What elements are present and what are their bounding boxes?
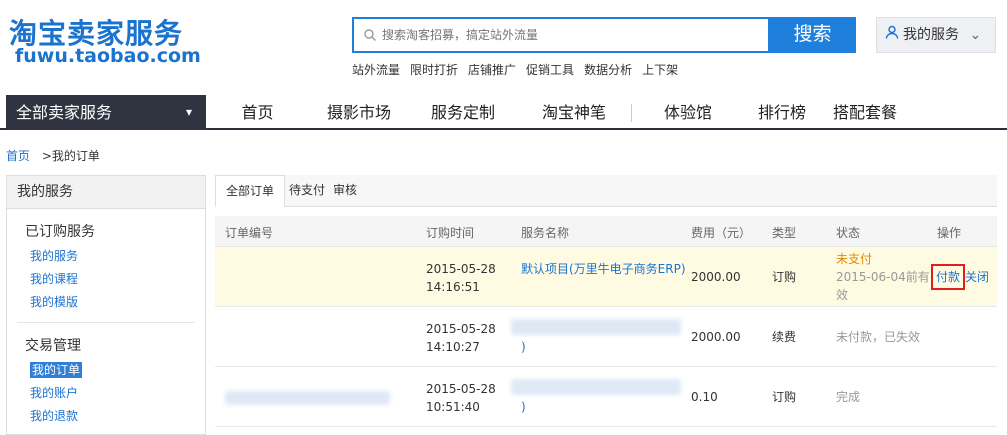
order-status: 未支付 2015-06-04前有效: [836, 250, 931, 304]
my-service-dropdown[interactable]: 我的服务 ⌄: [876, 17, 996, 53]
col-actions: 操作: [937, 226, 962, 240]
order-date: 2015-05-28: [426, 382, 496, 396]
order-fee: 2000.00: [691, 330, 741, 344]
table-row: 2015-05-28 14:10:27 ) 2000.00 续费 未付款，已失效: [215, 307, 997, 367]
col-order-id: 订单编号: [225, 226, 274, 240]
nav-item-bundle[interactable]: 搭配套餐: [820, 95, 910, 130]
col-order-time: 订购时间: [426, 226, 475, 240]
sidebar-title: 我的服务: [7, 176, 205, 209]
order-clock: 14:16:51: [426, 280, 480, 294]
nav-item-custom[interactable]: 服务定制: [409, 95, 517, 130]
hot-link[interactable]: 上下架: [642, 61, 678, 78]
order-clock: 14:10:27: [426, 340, 480, 354]
orders-table: 订单编号 订购时间 服务名称 费用（元） 类型 状态 操作 2015-05-28…: [215, 216, 997, 427]
nav-item-photo[interactable]: 摄影市场: [309, 95, 409, 130]
tab-pending-payment[interactable]: 待支付: [289, 175, 325, 207]
redacted-service-name: [511, 319, 681, 335]
hot-link[interactable]: 站外流量: [352, 61, 400, 78]
order-fee: 2000.00: [691, 270, 741, 284]
redacted-order-id: [225, 391, 390, 405]
status-expiry: 2015-06-04前有效: [836, 270, 930, 302]
sidebar-item-my-courses[interactable]: 我的课程: [7, 268, 205, 291]
sidebar-item-my-orders[interactable]: 我的订单: [7, 359, 205, 382]
order-time: 2015-05-28 14:16:51: [426, 260, 496, 296]
nav-item-shenbi[interactable]: 淘宝神笔: [517, 95, 631, 130]
hot-link[interactable]: 店铺推广: [468, 61, 516, 78]
order-date: 2015-05-28: [426, 262, 496, 276]
close-order-link[interactable]: 关闭: [965, 270, 989, 284]
col-type: 类型: [772, 226, 797, 240]
logo-domain[interactable]: fuwu.taobao.com: [15, 45, 201, 67]
order-actions: 付款 关闭: [931, 264, 989, 290]
nav-item-ranking[interactable]: 排行榜: [744, 95, 820, 130]
order-time: 2015-05-28 10:51:40: [426, 380, 496, 416]
col-service-name: 服务名称: [521, 226, 570, 240]
search-box[interactable]: [352, 17, 770, 53]
main-nav: 全部卖家服务 ▾ 首页 摄影市场 服务定制 淘宝神笔 体验馆 排行榜 搭配套餐: [0, 95, 1007, 130]
all-services-menu[interactable]: 全部卖家服务 ▾: [6, 95, 206, 130]
order-clock: 10:51:40: [426, 400, 480, 414]
sidebar-item-my-templates[interactable]: 我的模版: [7, 291, 205, 314]
breadcrumb-current: >我的订单: [41, 149, 100, 163]
order-type: 订购: [772, 270, 797, 284]
tab-all-orders[interactable]: 全部订单: [215, 175, 286, 207]
service-name-link[interactable]: ): [521, 398, 686, 416]
col-status: 状态: [836, 226, 861, 240]
nav-item-home[interactable]: 首页: [206, 95, 309, 130]
table-header: 订单编号 订购时间 服务名称 费用（元） 类型 状态 操作: [215, 216, 997, 247]
order-status: 未付款，已失效: [836, 330, 921, 344]
table-row: 2015-05-28 14:16:51 默认项目(万里牛电子商务ERP) 200…: [215, 247, 997, 307]
sidebar-group-title: 已订购服务: [25, 224, 95, 240]
sidebar-divider: [17, 322, 195, 323]
sidebar-group-title: 交易管理: [25, 338, 81, 354]
order-time: 2015-05-28 14:10:27: [426, 320, 496, 356]
all-services-label: 全部卖家服务: [16, 103, 113, 122]
user-icon: [885, 18, 899, 52]
order-type: 订购: [772, 390, 797, 404]
table-row: 2015-05-28 10:51:40 ) 0.10 订购 完成: [215, 367, 997, 427]
order-status: 完成: [836, 390, 861, 404]
order-type: 续费: [772, 330, 797, 344]
service-name-link[interactable]: ): [521, 338, 686, 356]
sidebar: 我的服务 已订购服务 我的服务 我的课程 我的模版 交易管理 我的订单 我的账户…: [6, 175, 206, 435]
order-fee: 0.10: [691, 390, 718, 404]
redacted-service-name: [511, 379, 681, 395]
search-input[interactable]: [382, 25, 762, 45]
breadcrumb: 首页 >我的订单: [6, 147, 100, 164]
sidebar-item-label: 我的订单: [30, 362, 83, 378]
pay-button[interactable]: 付款: [931, 264, 966, 290]
breadcrumb-home[interactable]: 首页: [6, 149, 30, 163]
sidebar-item-my-refunds[interactable]: 我的退款: [7, 405, 205, 428]
hot-links: 站外流量 限时打折 店铺推广 促销工具 数据分析 上下架: [352, 61, 678, 78]
site-header: 淘宝卖家服务 fuwu.taobao.com 搜索 站外流量 限时打折 店铺推广…: [0, 0, 1007, 95]
sidebar-item-my-services[interactable]: 我的服务: [7, 245, 205, 268]
hot-link[interactable]: 限时打折: [410, 61, 458, 78]
search-button[interactable]: 搜索: [769, 17, 856, 53]
order-tabs: 全部订单 待支付 审核: [215, 175, 997, 207]
search-icon: [364, 29, 376, 44]
chevron-down-icon: ⌄: [969, 27, 982, 43]
hot-link[interactable]: 数据分析: [584, 61, 632, 78]
sidebar-item-my-account[interactable]: 我的账户: [7, 382, 205, 405]
col-fee: 费用（元）: [691, 226, 752, 240]
nav-item-experience[interactable]: 体验馆: [632, 95, 744, 130]
chevron-down-icon: ▾: [185, 105, 192, 119]
status-unpaid: 未支付: [836, 252, 873, 266]
order-date: 2015-05-28: [426, 322, 496, 336]
hot-link[interactable]: 促销工具: [526, 61, 574, 78]
my-service-label: 我的服务: [903, 27, 959, 43]
service-name-link[interactable]: 默认项目(万里牛电子商务ERP): [521, 260, 686, 278]
tab-review[interactable]: 审核: [333, 175, 357, 207]
